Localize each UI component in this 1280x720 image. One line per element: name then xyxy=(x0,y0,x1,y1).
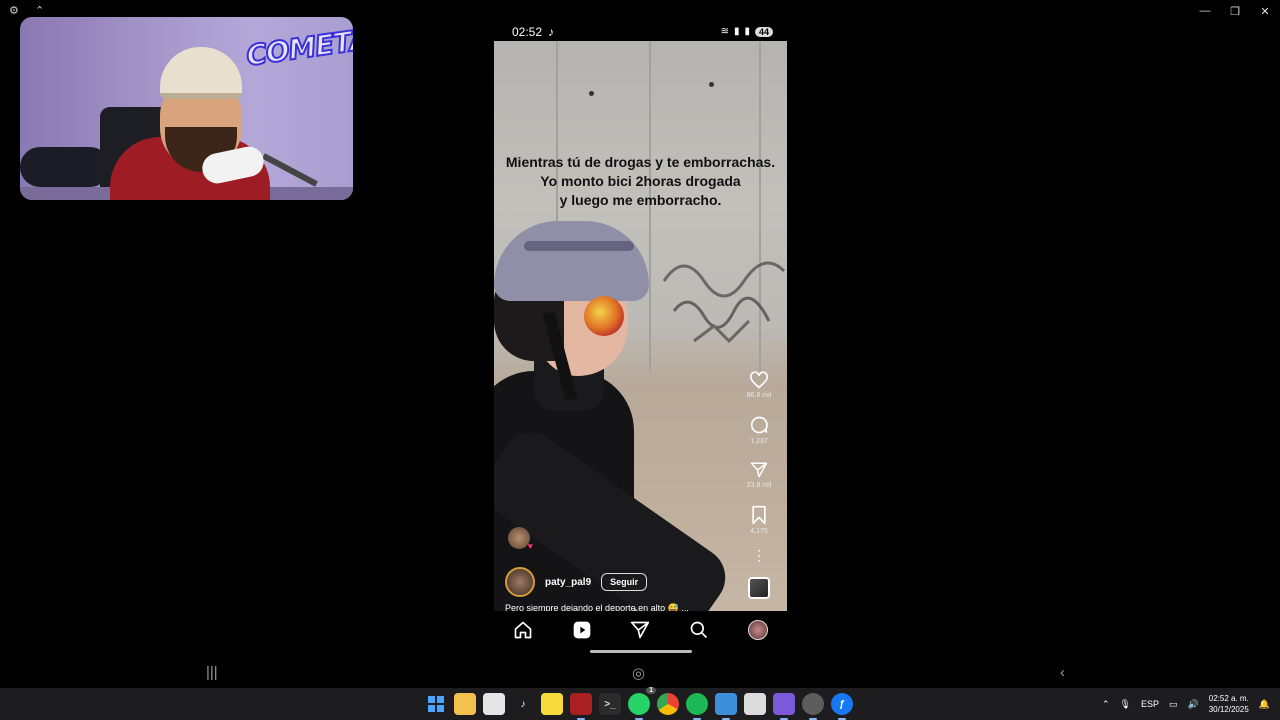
caption-line-2: Yo monto bici 2horas drogada xyxy=(540,173,741,189)
store-icon[interactable] xyxy=(483,693,505,715)
caption-line-3: y luego me emborracho. xyxy=(559,192,722,208)
signal-icon: ▮ xyxy=(733,26,740,37)
like-count: 86.8 mil xyxy=(746,392,772,399)
share-count: 23.8 mil xyxy=(746,482,772,489)
signal-icon-2: ▮ xyxy=(744,26,750,37)
author-row: paty_pal9 Seguir xyxy=(505,567,648,597)
status-time: 02:52 xyxy=(512,24,543,39)
author-avatar[interactable] xyxy=(505,567,535,597)
sport-sunglasses xyxy=(584,296,624,336)
maximize-icon[interactable]: ❐ xyxy=(1220,3,1250,19)
app-4-icon[interactable] xyxy=(802,693,824,720)
webcam-overlay: COMETA xyxy=(20,17,353,200)
reel-actions: 86.8 mil 1,237 23.8 mil 4,175 ⋮ xyxy=(739,371,779,599)
tiktok-notification-icon: ♪ xyxy=(548,24,555,39)
window-controls: — ❐ ✕ xyxy=(1190,3,1280,19)
home-button-icon[interactable]: ◎ xyxy=(632,664,645,682)
comment-icon[interactable] xyxy=(749,415,769,435)
gear-icon[interactable]: ⚙ xyxy=(9,4,19,17)
tiktok-icon[interactable]: ♪ xyxy=(512,693,534,715)
profile-avatar[interactable] xyxy=(747,620,768,640)
reels-icon[interactable] xyxy=(572,620,592,640)
save-count: 4,175 xyxy=(750,528,768,535)
microphone-icon[interactable]: 🎙 xyxy=(1120,699,1131,710)
back-icon[interactable]: ‹ xyxy=(1060,664,1065,681)
gesture-bar[interactable] xyxy=(590,650,692,653)
home-icon[interactable] xyxy=(513,620,533,640)
helmet-vents xyxy=(524,241,634,251)
recents-icon[interactable]: ||| xyxy=(206,664,218,681)
share-action[interactable]: 23.8 mil xyxy=(746,461,772,489)
nav-home[interactable] xyxy=(508,620,538,640)
app-window-icon[interactable] xyxy=(715,693,737,720)
chevron-up-icon[interactable]: ⌃ xyxy=(1102,699,1110,710)
heart-icon: ♥ xyxy=(527,541,533,551)
send-icon[interactable] xyxy=(630,620,650,640)
nav-reels[interactable] xyxy=(567,620,597,640)
more-options-icon[interactable]: ⋮ xyxy=(752,548,766,562)
search-icon[interactable] xyxy=(689,620,709,640)
graffiti xyxy=(662,261,786,344)
language-indicator[interactable]: ESP xyxy=(1141,699,1159,709)
reel-video[interactable]: Mientras tú de drogas y te emborrachas. … xyxy=(494,41,787,611)
nav-profile[interactable] xyxy=(743,620,773,640)
send-icon[interactable] xyxy=(750,461,768,479)
status-bar: 02:52 ♪ ≋ ▮ ▮ 44 xyxy=(494,21,787,42)
voicemeeter-icon[interactable] xyxy=(570,693,592,720)
chrome-icon[interactable] xyxy=(657,693,679,715)
battery-indicator: 44 xyxy=(754,26,773,37)
liked-by-avatar[interactable]: ♥ xyxy=(508,527,533,551)
start-icon[interactable] xyxy=(425,693,447,715)
whatsapp-icon[interactable]: 1 xyxy=(628,687,656,720)
channel-logo: COMETA xyxy=(243,22,353,74)
bookmark-icon[interactable] xyxy=(751,505,767,525)
author-username[interactable]: paty_pal9 xyxy=(545,577,591,588)
sticky-notes-icon[interactable] xyxy=(541,693,563,715)
clock[interactable]: 02:52 a. m. 30/12/2025 xyxy=(1209,693,1249,715)
clock-date: 30/12/2025 xyxy=(1208,705,1249,714)
app-window-2-icon[interactable] xyxy=(744,693,766,715)
network-icon[interactable]: ▭ xyxy=(1169,699,1178,710)
clock-time: 02:52 a. m. xyxy=(1208,694,1249,703)
pin-icon[interactable]: ⌃ xyxy=(35,4,44,17)
volume-icon[interactable]: 🔊 xyxy=(1188,699,1199,710)
whatsapp-badge: 1 xyxy=(646,687,656,694)
jacket xyxy=(20,147,110,187)
system-tray: ⌃ 🎙 ESP ▭ 🔊 02:52 a. m. 30/12/2025 🔔 xyxy=(1102,688,1270,720)
streamer-hat xyxy=(160,47,242,99)
notification-bell-icon[interactable]: 🔔 xyxy=(1259,699,1270,710)
wall-bolt xyxy=(709,82,714,87)
wall-bolt xyxy=(589,91,594,96)
save-action[interactable]: 4,175 xyxy=(750,505,768,535)
minimize-icon[interactable]: — xyxy=(1190,3,1220,19)
phone-screen: 02:52 ♪ ≋ ▮ ▮ 44 Mientras tú de drogas y… xyxy=(494,21,787,657)
audio-thumbnail[interactable] xyxy=(748,577,770,599)
like-action[interactable]: 86.8 mil xyxy=(746,371,772,399)
nav-search[interactable] xyxy=(684,620,714,640)
app-3-icon[interactable] xyxy=(773,693,795,720)
close-icon[interactable]: ✕ xyxy=(1250,3,1280,19)
bike-helmet xyxy=(494,221,649,301)
video-caption: Mientras tú de drogas y te emborrachas. … xyxy=(494,153,787,210)
spotify-icon[interactable] xyxy=(686,693,708,720)
file-explorer-icon[interactable] xyxy=(454,693,476,715)
heart-outline-icon[interactable] xyxy=(749,371,769,389)
wifi-icon: ≋ xyxy=(720,26,729,37)
post-description[interactable]: Pero siempre dejando el deporte en alto … xyxy=(505,603,689,611)
comment-count: 1,237 xyxy=(750,438,768,445)
comment-action[interactable]: 1,237 xyxy=(749,415,769,445)
nav-send[interactable] xyxy=(625,620,655,640)
follow-button[interactable]: Seguir xyxy=(601,573,648,591)
emulator-icon[interactable]: ƒ xyxy=(831,693,853,720)
taskbar: ♪ >_ 1 ƒ ⌃ 🎙 ESP ▭ 🔊 02:52 a. m. 30/12/2… xyxy=(0,687,1280,720)
taskbar-apps: ♪ >_ 1 ƒ xyxy=(425,687,853,720)
caption-line-1: Mientras tú de drogas y te emborrachas. xyxy=(505,154,776,170)
terminal-icon[interactable]: >_ xyxy=(599,693,621,715)
mic-arm xyxy=(262,153,318,187)
